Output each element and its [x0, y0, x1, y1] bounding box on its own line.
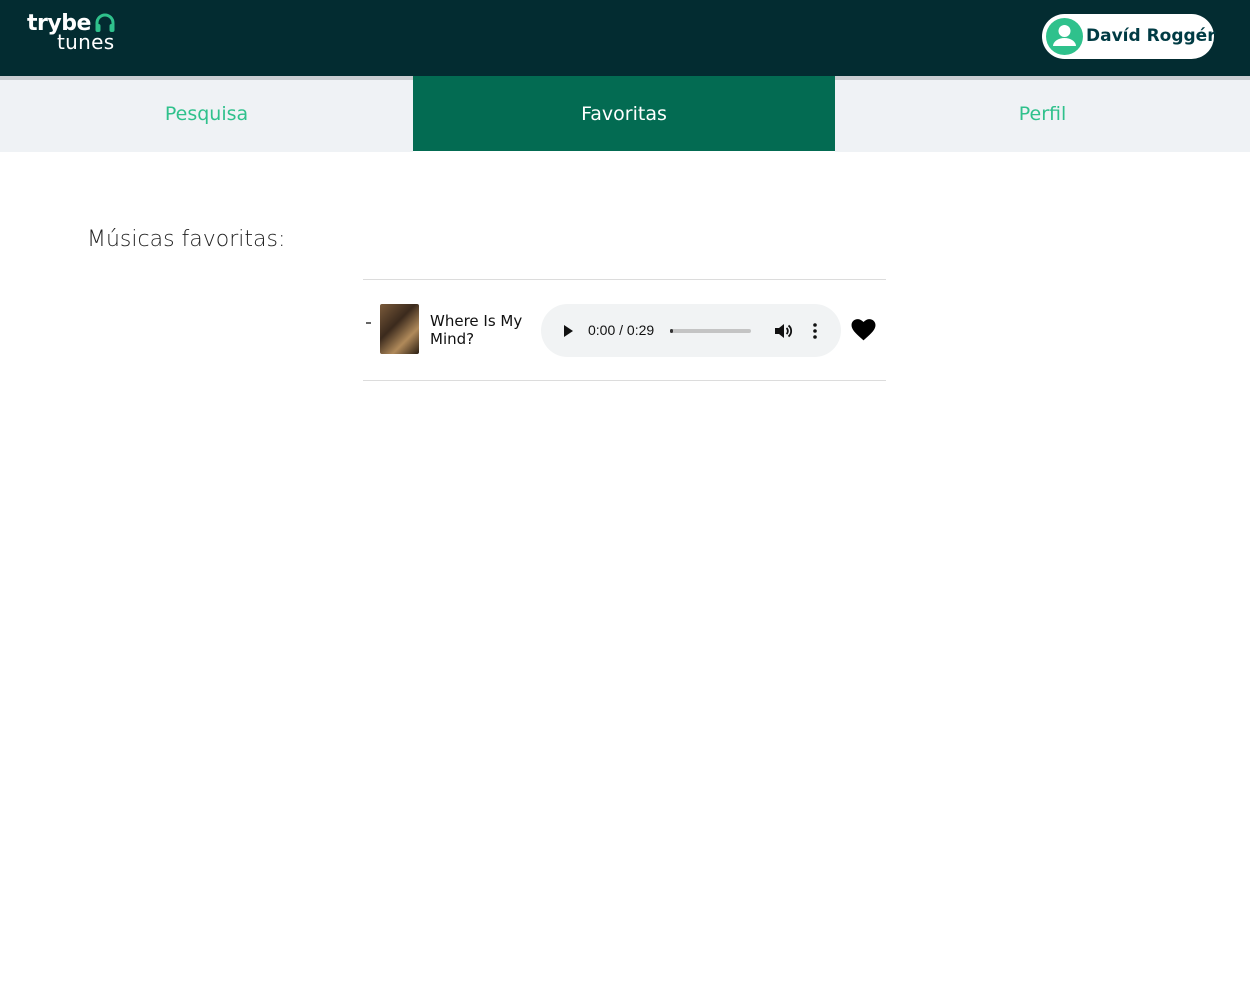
audio-player: 0:00 / 0:29 — [541, 304, 841, 357]
album-cover — [380, 304, 419, 354]
tab-pesquisa[interactable]: Pesquisa — [0, 80, 413, 152]
play-icon[interactable] — [560, 323, 576, 339]
main-nav: Pesquisa Favoritas Perfil — [0, 76, 1250, 152]
logo-tunes-text: tunes — [57, 30, 115, 54]
favorite-songs-list: Where Is My Mind? 0:00 / 0:29 — [363, 279, 886, 381]
more-options-icon[interactable] — [809, 321, 821, 341]
volume-icon[interactable] — [773, 321, 793, 341]
tab-favoritas[interactable]: Favoritas — [413, 76, 835, 151]
audio-progress-slider[interactable] — [670, 329, 751, 333]
trybe-tunes-logo[interactable]: trybe tunes — [27, 10, 119, 54]
page-title: Músicas favoritas: — [87, 227, 286, 252]
audio-progress-fill — [670, 329, 673, 333]
heart-icon[interactable] — [851, 318, 876, 342]
song-title: Where Is My Mind? — [430, 312, 523, 348]
app-header: trybe tunes Davíd Roggér — [0, 0, 1250, 76]
user-profile-pill[interactable]: Davíd Roggér — [1042, 14, 1216, 59]
audio-time: 0:00 / 0:29 — [588, 322, 655, 338]
list-item: Where Is My Mind? 0:00 / 0:29 — [363, 279, 886, 381]
user-icon — [1046, 18, 1083, 55]
tab-perfil[interactable]: Perfil — [835, 80, 1250, 152]
cover-alt-mark — [366, 322, 371, 324]
avatar-silhouette — [1053, 25, 1076, 46]
user-name: Davíd Roggér — [1086, 26, 1216, 46]
